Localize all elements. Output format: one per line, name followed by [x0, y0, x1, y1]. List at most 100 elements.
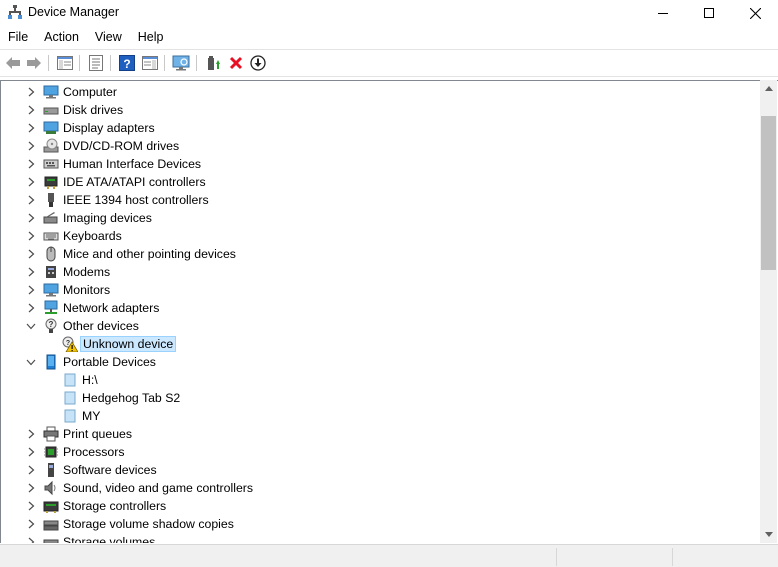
keyboard-icon — [43, 228, 59, 244]
ide-controller-icon — [43, 174, 59, 190]
scan-hardware-changes-icon[interactable] — [172, 54, 190, 72]
help-icon[interactable]: ? — [118, 54, 136, 72]
chevron-right-icon[interactable] — [25, 266, 37, 278]
menu-view[interactable]: View — [87, 28, 130, 48]
show-hide-console-tree-icon[interactable] — [56, 54, 74, 72]
tree-item-label: Mice and other pointing devices — [63, 247, 236, 261]
scrollbar-thumb[interactable] — [761, 116, 776, 270]
menu-file[interactable]: File — [0, 28, 36, 48]
tree-category-row[interactable]: Print queues — [1, 425, 741, 443]
toolbar-separator — [164, 55, 165, 71]
close-button[interactable] — [732, 0, 778, 26]
chevron-right-icon[interactable] — [25, 446, 37, 458]
chevron-right-icon[interactable] — [25, 122, 37, 134]
portable-device-icon — [43, 354, 59, 370]
chevron-right-icon[interactable] — [25, 104, 37, 116]
chevron-down-icon[interactable] — [25, 356, 37, 368]
scroll-up-arrow-icon[interactable] — [760, 80, 777, 97]
tree-category-row[interactable]: Disk drives — [1, 101, 741, 119]
toolbar-separator — [48, 55, 49, 71]
tree-item-label: MY — [82, 409, 101, 423]
tree-category-row[interactable]: IDE ATA/ATAPI controllers — [1, 173, 741, 191]
portable-item-icon — [62, 390, 78, 406]
tree-item-label: Imaging devices — [63, 211, 152, 225]
shadow-copy-icon — [43, 516, 59, 532]
tree-item-label: DVD/CD-ROM drives — [63, 139, 180, 153]
tree-device-row[interactable]: H:\ — [1, 371, 741, 389]
chevron-right-icon[interactable] — [25, 230, 37, 242]
scroll-down-arrow-icon[interactable] — [760, 526, 777, 543]
chevron-right-icon[interactable] — [25, 428, 37, 440]
uninstall-device-icon[interactable] — [227, 54, 245, 72]
show-action-pane-icon[interactable] — [141, 54, 159, 72]
tree-category-row[interactable]: Monitors — [1, 281, 741, 299]
disk-drive-icon — [43, 102, 59, 118]
chevron-right-icon[interactable] — [25, 158, 37, 170]
tree-category-row[interactable]: Storage volumes — [1, 533, 741, 543]
update-driver-icon[interactable] — [205, 54, 223, 72]
chevron-right-icon[interactable] — [25, 302, 37, 314]
maximize-button[interactable] — [686, 0, 732, 26]
chevron-right-icon[interactable] — [25, 464, 37, 476]
tree-category-row[interactable]: Display adapters — [1, 119, 741, 137]
chevron-down-icon[interactable] — [25, 320, 37, 332]
network-adapter-icon — [43, 300, 59, 316]
tree-category-row[interactable]: Network adapters — [1, 299, 741, 317]
chevron-right-icon[interactable] — [25, 518, 37, 530]
minimize-button[interactable] — [640, 0, 686, 26]
storage-volume-icon — [43, 534, 59, 543]
tree-category-row[interactable]: Storage controllers — [1, 497, 741, 515]
tree-item-label: IDE ATA/ATAPI controllers — [63, 175, 206, 189]
tree-device-row[interactable]: MY — [1, 407, 741, 425]
tree-category-row[interactable]: Software devices — [1, 461, 741, 479]
tree-category-row[interactable]: Computer — [1, 83, 741, 101]
properties-icon[interactable] — [87, 54, 105, 72]
tree-category-row[interactable]: Modems — [1, 263, 741, 281]
menu-help[interactable]: Help — [130, 28, 172, 48]
tree-category-row[interactable]: Keyboards — [1, 227, 741, 245]
chevron-right-icon[interactable] — [25, 212, 37, 224]
toolbar: ? — [0, 52, 778, 74]
tree-category-row[interactable]: ? Other devices — [1, 317, 741, 335]
ieee1394-icon — [43, 192, 59, 208]
toolbar-divider — [0, 76, 778, 77]
back-icon[interactable] — [4, 54, 22, 72]
imaging-device-icon — [43, 210, 59, 226]
tree-item-label: Keyboards — [63, 229, 122, 243]
tree-category-row[interactable]: Sound, video and game controllers — [1, 479, 741, 497]
tree-item-label: Disk drives — [63, 103, 124, 117]
tree-category-row[interactable]: Portable Devices — [1, 353, 741, 371]
chevron-right-icon[interactable] — [25, 86, 37, 98]
tree-item-label: Other devices — [63, 319, 139, 333]
chevron-right-icon[interactable] — [25, 176, 37, 188]
tree-category-row[interactable]: Mice and other pointing devices — [1, 245, 741, 263]
printer-icon — [43, 426, 59, 442]
tree-device-row[interactable]: ? Unknown device — [1, 335, 741, 353]
device-tree-panel: Computer Disk drives Display adapters DVD/C… — [0, 80, 778, 543]
tree-category-row[interactable]: Imaging devices — [1, 209, 741, 227]
tree-category-row[interactable]: DVD/CD-ROM drives — [1, 137, 741, 155]
vertical-scrollbar[interactable] — [760, 80, 777, 543]
tree-item-label: Print queues — [63, 427, 133, 441]
tree-item-label: Processors — [63, 445, 125, 459]
chevron-right-icon[interactable] — [25, 536, 37, 543]
chevron-right-icon[interactable] — [25, 140, 37, 152]
tree-item-label: H:\ — [82, 373, 98, 387]
chevron-right-icon[interactable] — [25, 284, 37, 296]
chevron-right-icon[interactable] — [25, 248, 37, 260]
monitor-icon — [43, 282, 59, 298]
tree-category-row[interactable]: Human Interface Devices — [1, 155, 741, 173]
software-device-icon — [43, 462, 59, 478]
forward-icon[interactable] — [25, 54, 43, 72]
download-driver-icon[interactable] — [249, 54, 267, 72]
tree-category-row[interactable]: Processors — [1, 443, 741, 461]
chevron-right-icon[interactable] — [25, 194, 37, 206]
chevron-right-icon[interactable] — [25, 500, 37, 512]
portable-item-icon — [62, 408, 78, 424]
menu-action[interactable]: Action — [36, 28, 87, 48]
tree-category-row[interactable]: IEEE 1394 host controllers — [1, 191, 741, 209]
chevron-right-icon[interactable] — [25, 482, 37, 494]
tree-device-row[interactable]: Hedgehog Tab S2 — [1, 389, 741, 407]
other-devices-icon: ? — [43, 318, 59, 334]
tree-category-row[interactable]: Storage volume shadow copies — [1, 515, 741, 533]
